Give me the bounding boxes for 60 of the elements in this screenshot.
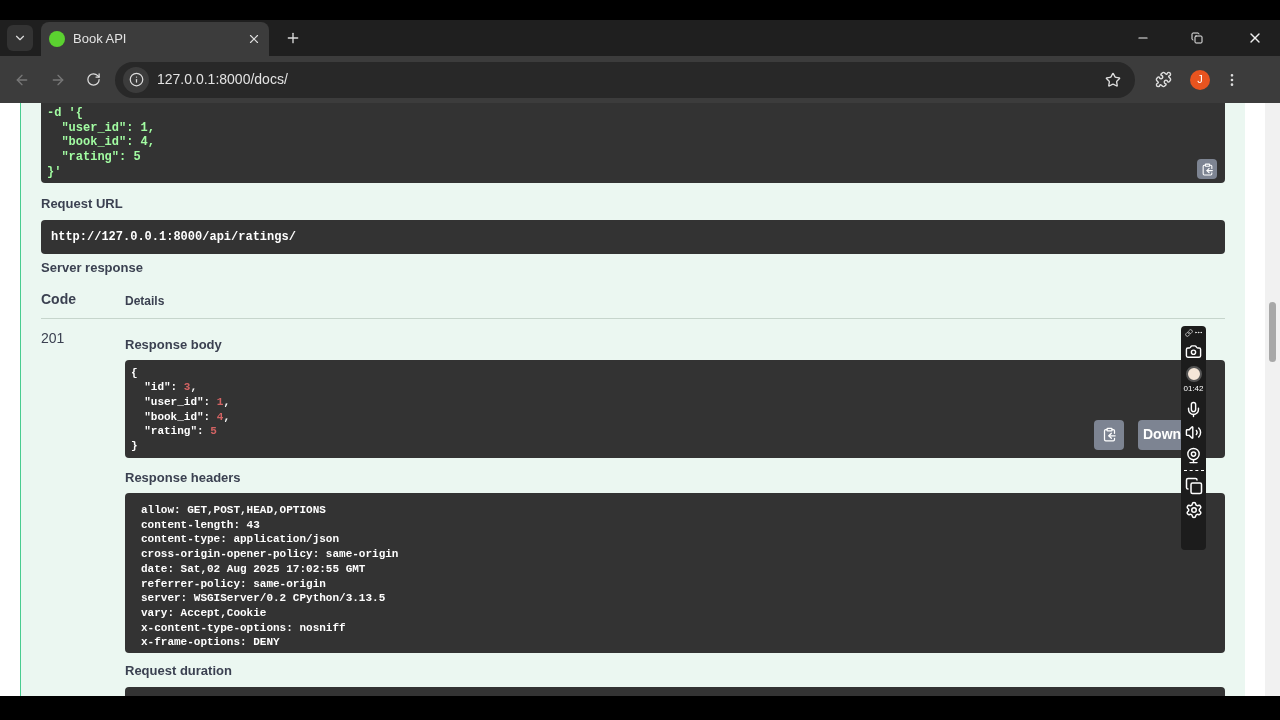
record-icon[interactable] xyxy=(1185,366,1202,382)
clipboard-icon xyxy=(1101,427,1117,442)
code-line: "book_id": 4, xyxy=(143,409,231,425)
code-line: "user_id": 1, xyxy=(60,120,156,136)
tab-list-button[interactable] xyxy=(7,25,33,51)
copy-button[interactable] xyxy=(1094,419,1124,450)
response-body-label: Response body xyxy=(125,336,222,354)
restore-icon[interactable] xyxy=(1191,32,1203,44)
microphone-icon[interactable] xyxy=(1185,401,1202,418)
address-text: 127.0.0.1:8000/docs/ xyxy=(157,70,288,89)
code-line: { xyxy=(131,365,138,381)
code-line: "id": 3, xyxy=(143,380,198,395)
code-line: "user_id": 1, xyxy=(143,394,231,410)
bookmark-star-icon[interactable] xyxy=(1105,71,1121,88)
code-line: server: WSGIServer/0.2 CPython/3.13.5 xyxy=(141,591,386,606)
site-info-icon[interactable] xyxy=(123,66,149,93)
settings-icon[interactable] xyxy=(1184,501,1203,519)
code-line: x-frame-options: DENY xyxy=(141,635,280,651)
server-response-label: Server response xyxy=(41,258,143,277)
code-line: }' xyxy=(47,164,62,180)
response-code: 201 xyxy=(41,330,65,346)
scrollbar[interactable] xyxy=(1265,103,1280,696)
code-line: vary: Accept,Cookie xyxy=(141,605,267,621)
code-line: cross-origin-opener-policy: same-origin xyxy=(141,547,399,562)
request-duration-label: Request duration xyxy=(125,662,232,680)
code-line: referrer-policy: same-origin xyxy=(141,576,326,592)
code-line: -d '{ xyxy=(47,106,83,121)
windows-icon[interactable] xyxy=(1184,477,1203,495)
code-line: content-type: application/json xyxy=(141,532,340,548)
code-line: "rating": 5 xyxy=(143,424,217,439)
request-url-box: http://127.0.0.1:8000/api/ratings/ xyxy=(41,219,1225,254)
browser-tab[interactable]: Book API xyxy=(41,22,269,56)
request-url-label: Request URL xyxy=(41,195,123,213)
code-line: "rating": 5 xyxy=(60,150,141,165)
download-button[interactable]: Down xyxy=(1138,419,1181,450)
column-header: Details xyxy=(125,293,165,310)
code-line: date: Sat,02 Aug 2025 17:02:55 GMT xyxy=(141,561,366,577)
profile-avatar[interactable]: J xyxy=(1190,69,1210,90)
camera-icon[interactable] xyxy=(1185,343,1202,360)
code-line: content-length: 43 xyxy=(141,517,260,533)
extensions-icon[interactable] xyxy=(1155,71,1172,88)
more-icon[interactable] xyxy=(1193,328,1203,337)
tab-title: Book API xyxy=(73,30,128,49)
copy-button[interactable] xyxy=(1197,159,1217,179)
code-line: } xyxy=(131,439,138,454)
address-bar[interactable]: 127.0.0.1:8000/docs/ xyxy=(115,61,1135,98)
response-headers-label: Response headers xyxy=(125,468,241,487)
new-tab-icon[interactable] xyxy=(285,30,301,46)
column-header: Code xyxy=(41,290,77,309)
webcam-icon[interactable] xyxy=(1185,447,1202,464)
clipboard-icon xyxy=(1200,162,1214,176)
code-line: x-content-type-options: nosniff xyxy=(141,620,346,636)
code-line: "book_id": 4, xyxy=(60,135,156,151)
speaker-icon[interactable] xyxy=(1185,424,1202,441)
link-icon[interactable] xyxy=(1184,328,1193,337)
close-icon[interactable] xyxy=(247,32,261,46)
code-line: allow: GET,POST,HEAD,OPTIONS xyxy=(141,503,326,518)
favicon-icon xyxy=(49,31,65,47)
recording-timer: 01:42 xyxy=(1183,383,1204,395)
reload-icon[interactable] xyxy=(86,72,101,87)
